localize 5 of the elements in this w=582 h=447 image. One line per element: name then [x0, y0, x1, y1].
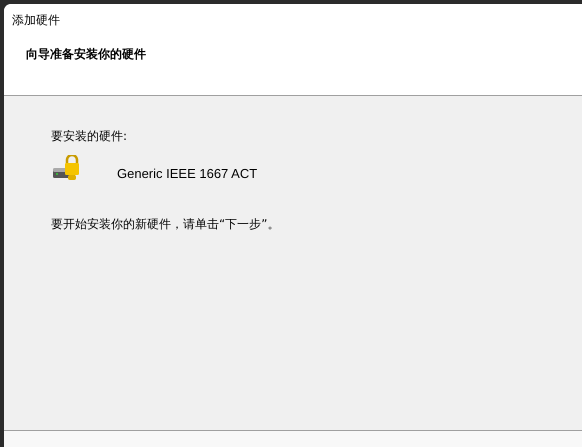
- hardware-label: 要安装的硬件:: [51, 128, 128, 145]
- window-title: 添加硬件: [12, 12, 61, 29]
- wizard-heading: 向导准备安装你的硬件: [26, 46, 147, 63]
- instruction-text: 要开始安装你的新硬件，请单击“下一步”。: [51, 216, 280, 233]
- device-name: Generic IEEE 1667 ACT: [117, 166, 258, 180]
